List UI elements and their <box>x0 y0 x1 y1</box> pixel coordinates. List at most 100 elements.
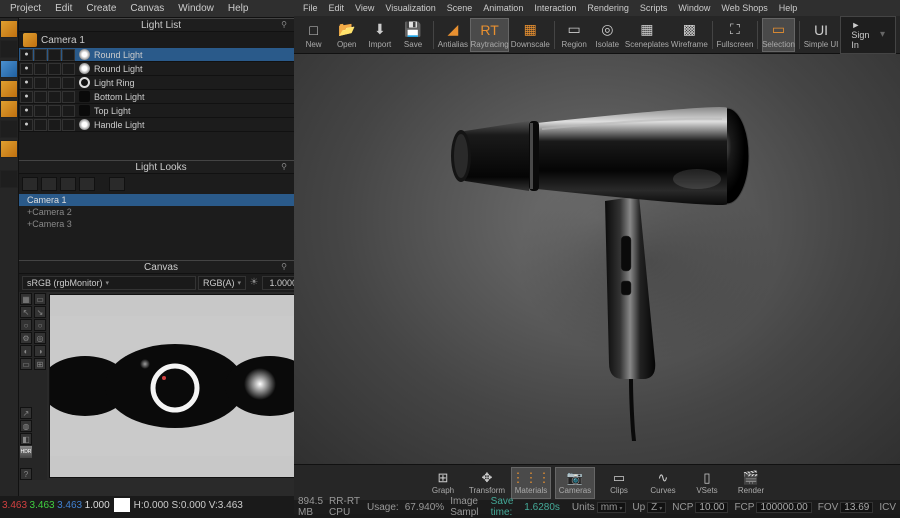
toolbar-raytracing[interactable]: RTRaytracing <box>470 18 508 52</box>
menu-canvas[interactable]: Canvas <box>124 1 170 16</box>
light-toggle[interactable] <box>62 119 75 131</box>
look-row[interactable]: +Camera 2 <box>19 206 303 218</box>
look-tool-button[interactable] <box>79 177 95 191</box>
fcp-input[interactable]: 100000.00 <box>756 502 811 513</box>
light-toggle[interactable]: ● <box>20 105 33 117</box>
look-row[interactable]: +Camera 3 <box>19 218 303 230</box>
ncp-input[interactable]: 10.00 <box>695 502 728 513</box>
menu-web-shops[interactable]: Web Shops <box>716 2 772 14</box>
format-select[interactable]: RGB(A) <box>198 276 246 290</box>
canvas-tool[interactable]: ⊞ <box>34 358 46 370</box>
toolbar-open[interactable]: 📂Open <box>331 18 362 52</box>
light-toggle[interactable] <box>48 91 61 103</box>
menu-window[interactable]: Window <box>673 2 715 14</box>
toolbar-isolate[interactable]: ◎Isolate <box>592 18 623 52</box>
toolbar-save[interactable]: 💾Save <box>397 18 428 52</box>
toolbar-sceneplates[interactable]: ▦Sceneplates <box>625 18 669 52</box>
toolbar-simple ui[interactable]: UISimple UI <box>804 18 839 52</box>
light-row[interactable]: ●Handle Light <box>19 118 303 132</box>
menu-file[interactable]: File <box>298 2 323 14</box>
menu-rendering[interactable]: Rendering <box>582 2 634 14</box>
light-toggle[interactable]: ● <box>20 77 33 89</box>
tool-button[interactable] <box>0 20 18 38</box>
menu-edit[interactable]: Edit <box>324 2 350 14</box>
bottom-render[interactable]: 🎬Render <box>731 467 771 499</box>
3d-viewport[interactable] <box>294 54 900 464</box>
canvas-tool[interactable]: ▦ <box>20 293 32 305</box>
light-toggle[interactable] <box>48 77 61 89</box>
menu-help[interactable]: Help <box>222 1 255 16</box>
pin-icon[interactable]: ⚲ <box>281 20 287 29</box>
menu-scripts[interactable]: Scripts <box>635 2 673 14</box>
light-toggle[interactable] <box>62 91 75 103</box>
light-toggle[interactable] <box>62 63 75 75</box>
toolbar-wireframe[interactable]: ▩Wireframe <box>671 18 708 52</box>
tool-button[interactable] <box>0 100 18 118</box>
light-toggle[interactable]: ● <box>20 63 33 75</box>
menu-help[interactable]: Help <box>774 2 803 14</box>
menu-animation[interactable]: Animation <box>478 2 528 14</box>
toolbar-region[interactable]: ▭Region <box>559 18 590 52</box>
light-row[interactable]: ●Top Light <box>19 104 303 118</box>
light-toggle[interactable]: ● <box>20 49 33 61</box>
tool-button[interactable] <box>0 170 18 188</box>
canvas-tool[interactable]: ◍ <box>20 420 32 432</box>
gear-icon[interactable]: ☀ <box>248 277 260 289</box>
canvas-tool[interactable]: ◧ <box>20 433 32 445</box>
canvas-tool[interactable]: ▭ <box>20 358 32 370</box>
light-row[interactable]: ●Round Light <box>19 62 303 76</box>
light-toggle[interactable] <box>34 49 47 61</box>
canvas-tool[interactable]: ○ <box>20 319 32 331</box>
toolbar-new[interactable]: □New <box>298 18 329 52</box>
tool-button[interactable] <box>0 40 18 58</box>
light-toggle[interactable]: ● <box>20 119 33 131</box>
light-toggle[interactable] <box>48 119 61 131</box>
monitor-select[interactable]: sRGB (rgbMonitor) <box>22 276 196 290</box>
tool-button[interactable] <box>0 60 18 78</box>
menu-project[interactable]: Project <box>4 1 47 16</box>
light-toggle[interactable] <box>62 77 75 89</box>
help-icon[interactable]: ? <box>20 468 32 480</box>
light-row[interactable]: ●Light Ring <box>19 76 303 90</box>
up-select[interactable]: Z <box>647 502 666 513</box>
canvas-tool[interactable]: ⚙ <box>20 332 32 344</box>
light-toggle[interactable] <box>34 63 47 75</box>
canvas-tool[interactable]: ↖ <box>20 306 32 318</box>
camera-row[interactable]: Camera 1 <box>19 32 303 48</box>
canvas-tool[interactable]: ○ <box>34 319 46 331</box>
canvas-tool[interactable]: ↗ <box>20 407 32 419</box>
look-row[interactable]: Camera 1 <box>19 194 303 206</box>
menu-edit[interactable]: Edit <box>49 1 78 16</box>
tool-button[interactable] <box>0 120 18 138</box>
light-toggle[interactable] <box>34 105 47 117</box>
sign-in-button[interactable]: ► Sign In ▾ <box>840 16 896 54</box>
bottom-vsets[interactable]: ▯VSets <box>687 467 727 499</box>
menu-view[interactable]: View <box>350 2 379 14</box>
light-row[interactable]: ●Round Light <box>19 48 303 62</box>
look-tool-button[interactable] <box>22 177 38 191</box>
fov-input[interactable]: 13.69 <box>840 502 873 513</box>
hdr-icon[interactable]: HDR <box>20 446 32 458</box>
toolbar-fullscreen[interactable]: ⛶Fullscreen <box>716 18 753 52</box>
look-tool-button[interactable] <box>109 177 125 191</box>
canvas-tool[interactable]: ◎ <box>34 332 46 344</box>
menu-create[interactable]: Create <box>80 1 122 16</box>
light-toggle[interactable]: ● <box>20 91 33 103</box>
canvas-tool[interactable]: ◐ <box>20 345 32 357</box>
toolbar-downscale[interactable]: ▦Downscale <box>511 18 550 52</box>
toolbar-antialias[interactable]: ◢Antialias <box>437 18 468 52</box>
light-toggle[interactable] <box>34 91 47 103</box>
toolbar-import[interactable]: ⬇Import <box>364 18 395 52</box>
bottom-graph[interactable]: ⊞Graph <box>423 467 463 499</box>
canvas-tool[interactable]: ◑ <box>34 345 46 357</box>
look-tool-button[interactable] <box>41 177 57 191</box>
menu-window[interactable]: Window <box>172 1 220 16</box>
bottom-clips[interactable]: ▭Clips <box>599 467 639 499</box>
bottom-cameras[interactable]: 📷Cameras <box>555 467 595 499</box>
pin-icon[interactable]: ⚲ <box>281 162 287 171</box>
light-toggle[interactable] <box>62 49 75 61</box>
light-toggle[interactable] <box>62 105 75 117</box>
light-row[interactable]: ●Bottom Light <box>19 90 303 104</box>
canvas-tool[interactable]: ▭ <box>34 293 46 305</box>
look-tool-button[interactable] <box>60 177 76 191</box>
